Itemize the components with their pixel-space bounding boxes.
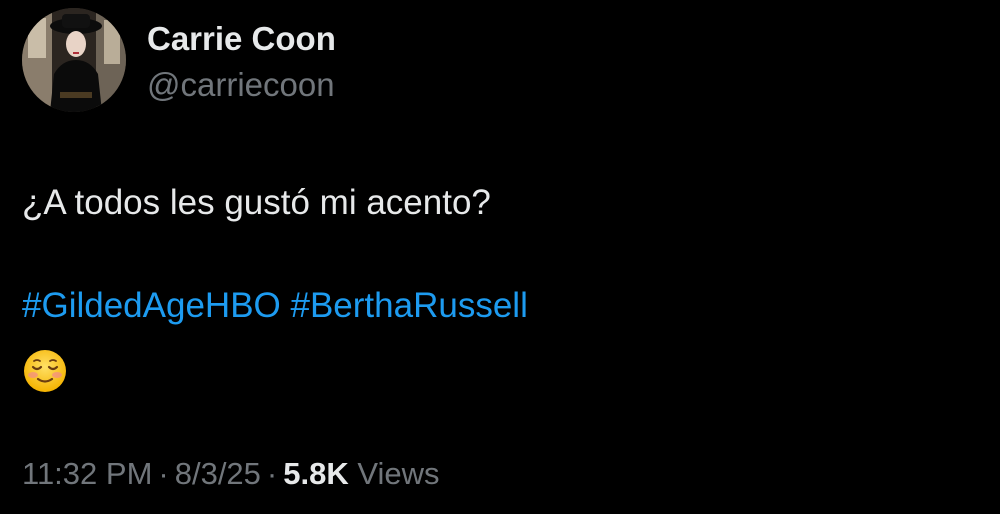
tweet-meta: 11:32 PM · 8/3/25 · 5.8K Views	[22, 456, 440, 492]
separator: ·	[158, 456, 169, 491]
hashtag-link[interactable]: #BerthaRussell	[291, 286, 528, 325]
separator: ·	[266, 456, 278, 491]
tweet-time[interactable]: 11:32 PM	[22, 456, 152, 491]
smiling-face-icon	[22, 348, 68, 394]
avatar[interactable]	[22, 8, 126, 112]
views-count[interactable]: 5.8K	[283, 456, 348, 491]
tweet-text: ¿A todos les gustó mi acento?	[22, 183, 491, 222]
tweet-date[interactable]: 8/3/25	[175, 456, 261, 491]
author-handle[interactable]: @carriecoon	[147, 66, 335, 104]
tweet-card: Carrie Coon @carriecoon ¿A todos les gus…	[0, 0, 1000, 514]
avatar-image	[22, 8, 126, 112]
hashtag-line: #GildedAgeHBO #BerthaRussell	[22, 286, 528, 326]
views-label: Views	[357, 456, 440, 491]
hashtag-link[interactable]: #GildedAgeHBO	[22, 286, 281, 325]
author-name[interactable]: Carrie Coon	[147, 20, 336, 58]
